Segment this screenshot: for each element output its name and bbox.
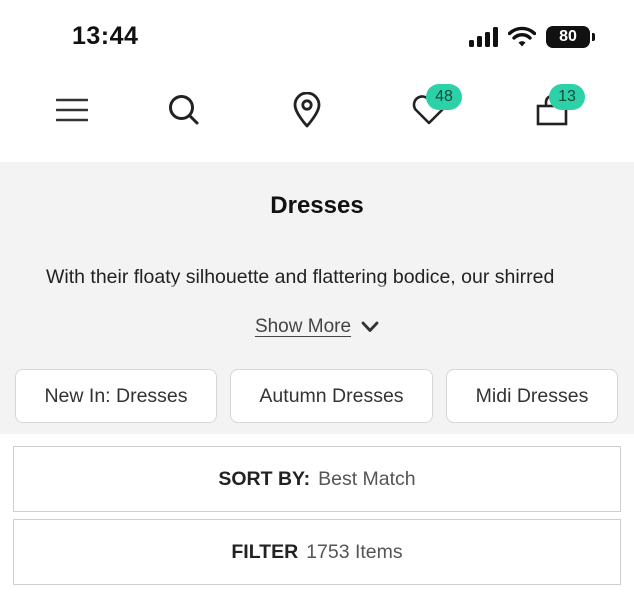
show-more-button[interactable]: Show More <box>0 316 634 338</box>
chip-new-in-dresses[interactable]: New In: Dresses <box>15 369 217 423</box>
sort-button[interactable]: SORT BY: Best Match <box>13 446 621 512</box>
sort-value: Best Match <box>318 467 416 490</box>
wifi-icon <box>508 26 536 47</box>
show-more-label: Show More <box>254 316 352 337</box>
status-time: 13:44 <box>72 22 139 50</box>
page-title: Dresses <box>270 192 364 219</box>
category-description: With their floaty silhouette and flatter… <box>46 262 594 306</box>
filter-label: FILTER <box>231 540 299 563</box>
status-indicators: 80 <box>469 24 595 50</box>
top-nav-bar: 48 13 <box>0 80 634 142</box>
chip-autumn-dresses[interactable]: Autumn Dresses <box>230 369 433 423</box>
status-bar: 13:44 80 <box>0 0 634 72</box>
chip-midi-dresses[interactable]: Midi Dresses <box>446 369 618 423</box>
sort-label: SORT BY: <box>218 467 311 490</box>
menu-button[interactable] <box>50 88 94 132</box>
search-button[interactable] <box>162 88 206 132</box>
subcategory-chips: New In: Dresses Autumn Dresses Midi Dres… <box>15 369 618 423</box>
cellular-signal-icon <box>469 27 498 47</box>
menu-icon <box>56 98 88 122</box>
battery-icon: 80 <box>546 26 595 48</box>
wishlist-count-badge: 48 <box>426 84 462 110</box>
location-pin-icon <box>293 92 321 128</box>
battery-level: 80 <box>559 28 577 45</box>
category-header: Dresses With their floaty silhouette and… <box>0 162 634 434</box>
store-locator-button[interactable] <box>285 88 329 132</box>
bag-count-badge: 13 <box>549 84 585 110</box>
search-icon <box>169 95 199 125</box>
item-count: 1753 Items <box>306 540 403 563</box>
filter-button[interactable]: FILTER 1753 Items <box>13 519 621 585</box>
description-fade <box>46 284 594 306</box>
chevron-down-icon <box>361 321 379 332</box>
